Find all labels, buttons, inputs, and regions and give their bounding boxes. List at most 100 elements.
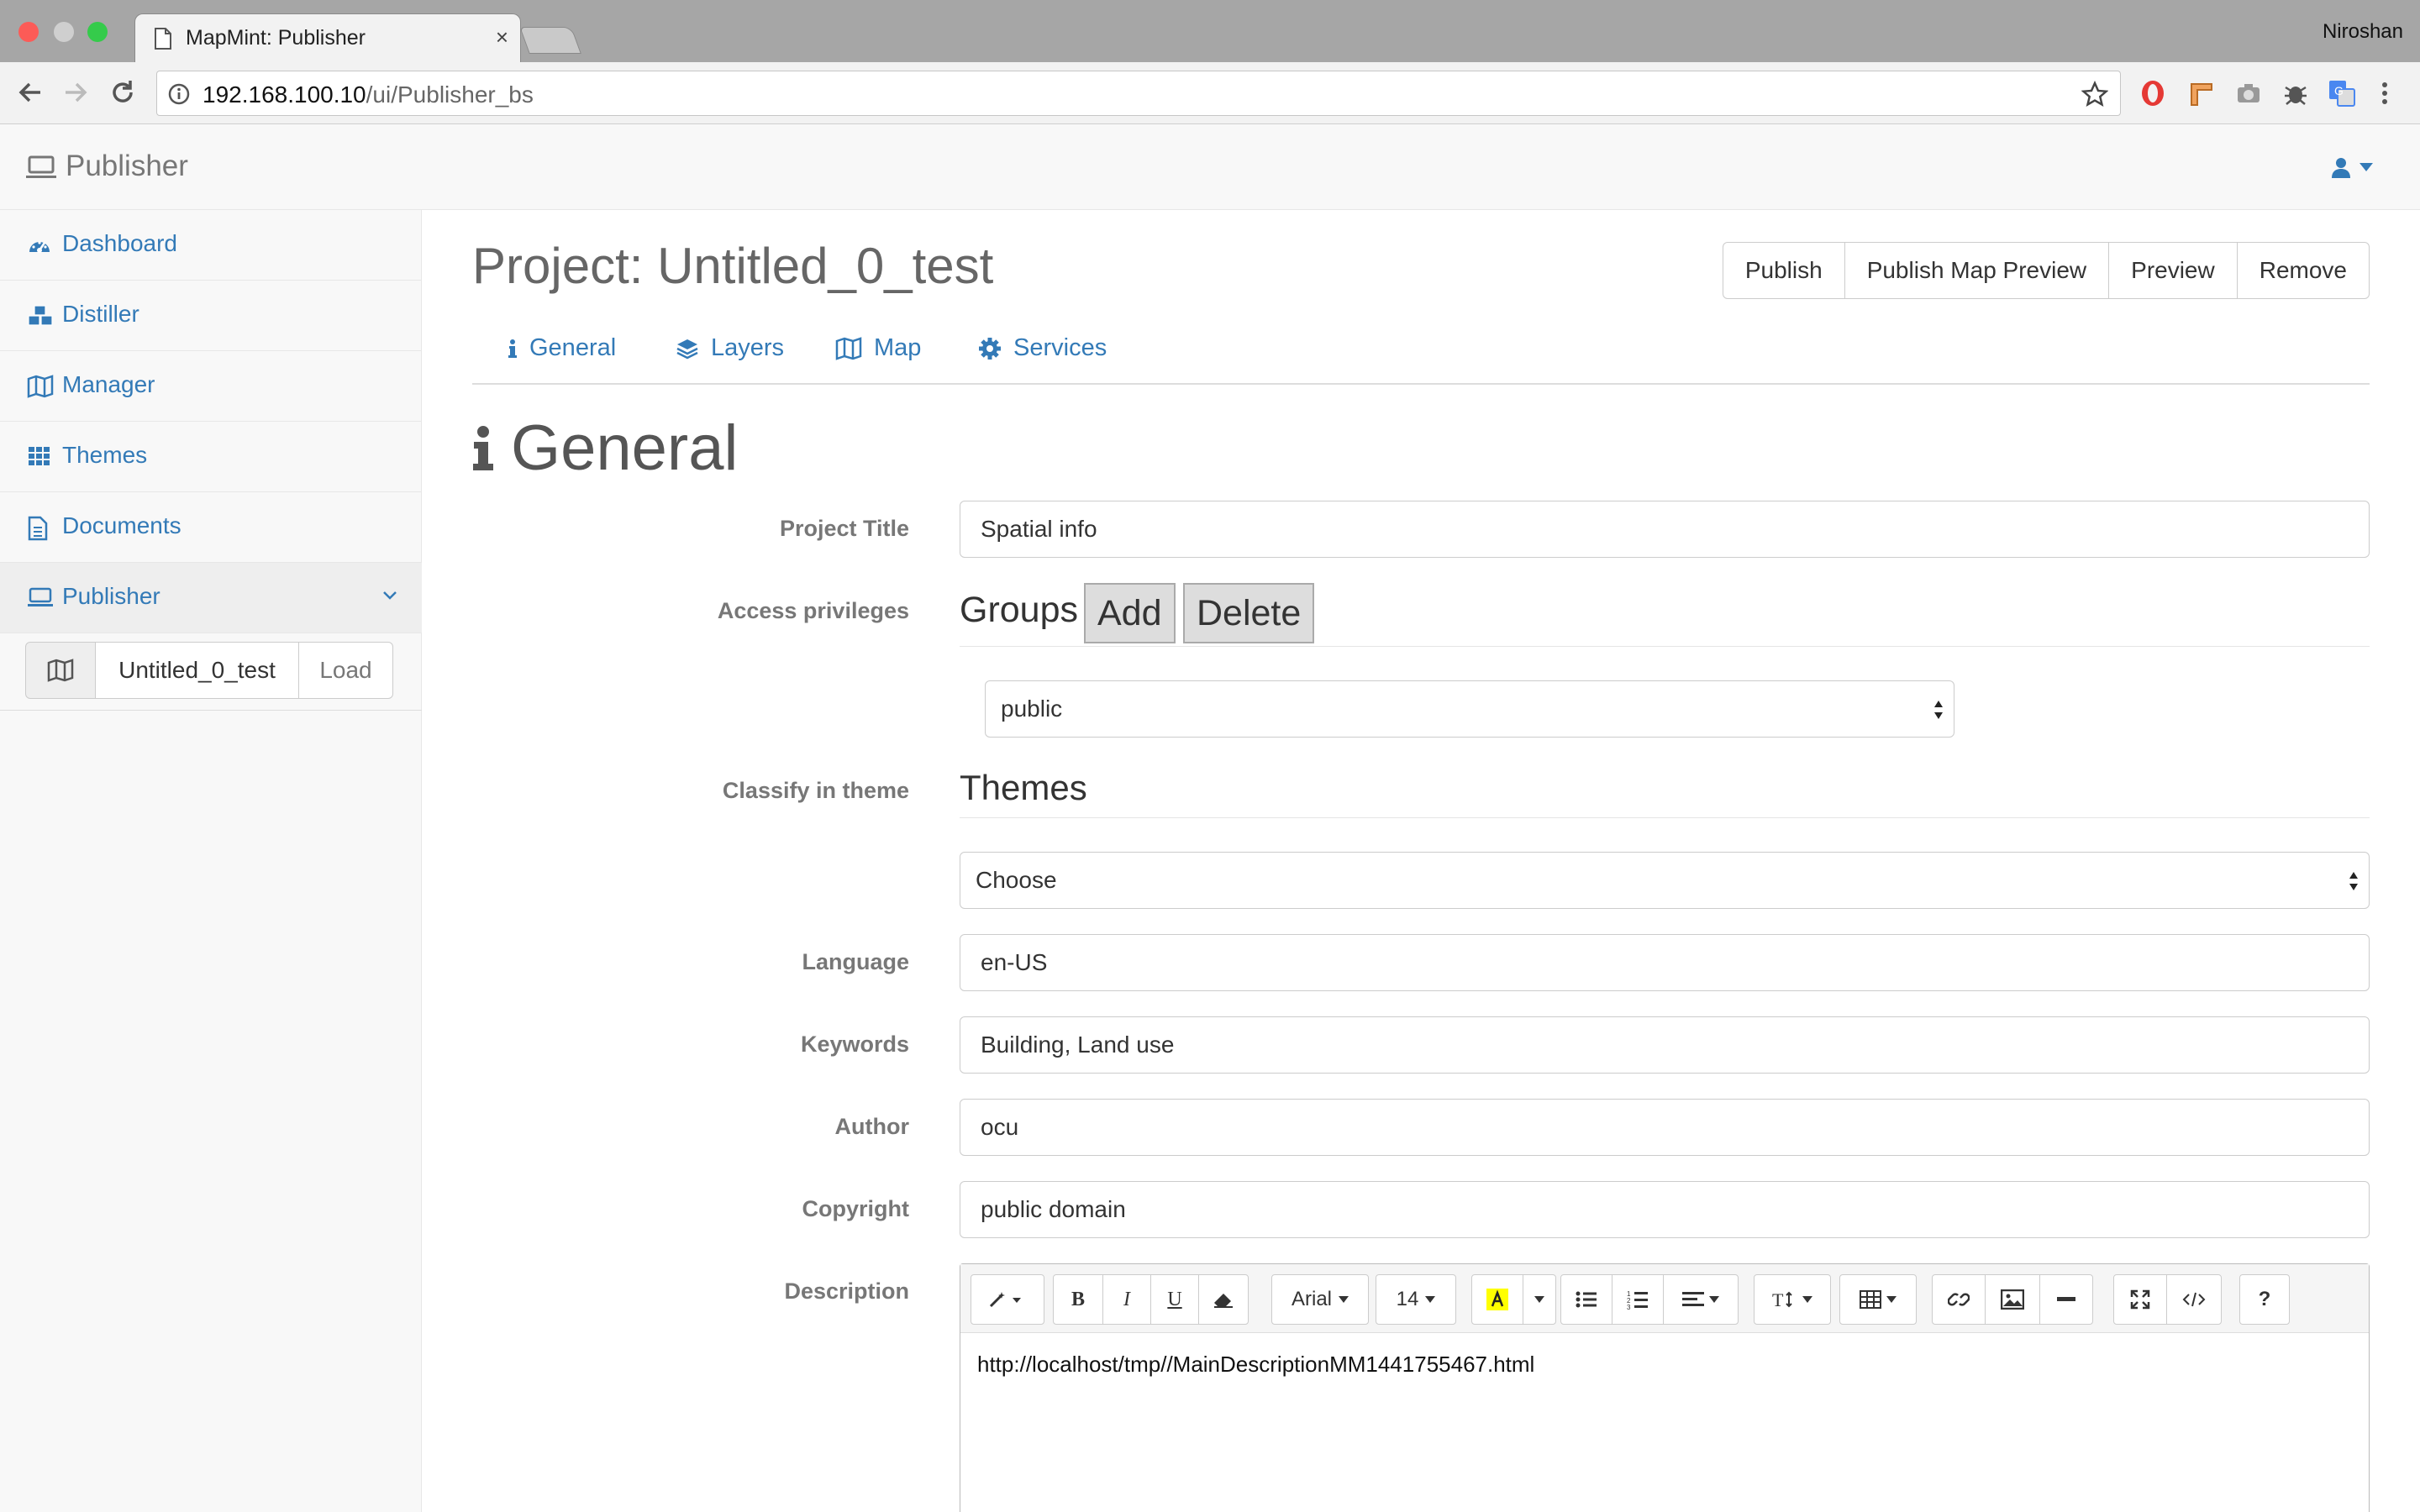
copyright-label: Copyright [802, 1196, 910, 1221]
laptop-icon [27, 586, 54, 608]
browser-toolbar: 192.168.100.10/ui/Publisher_bs G [0, 62, 2420, 124]
description-editor: B I U Arial 14 123 T ? http://localhost/… [960, 1263, 2370, 1512]
info-icon [508, 339, 518, 359]
sidebar-item-manager[interactable]: Manager [0, 351, 422, 422]
translate-icon[interactable]: G [2328, 79, 2356, 108]
tab-services[interactable]: Services [978, 334, 1107, 362]
tab-map[interactable]: Map [835, 334, 921, 362]
sidebar-item-label: Publisher [62, 583, 160, 609]
description-label: Description [784, 1278, 909, 1304]
minimize-window-button[interactable] [54, 22, 74, 42]
info-icon[interactable] [167, 82, 191, 106]
italic-button[interactable]: I [1102, 1274, 1151, 1325]
line-height-dropdown[interactable]: T [1754, 1274, 1831, 1325]
keywords-label: Keywords [800, 1032, 909, 1057]
section-title: General [511, 412, 739, 484]
author-input[interactable]: ocu [960, 1099, 2370, 1156]
keywords-input[interactable]: Building, Land use [960, 1016, 2370, 1074]
grid-icon [27, 445, 52, 467]
table-dropdown[interactable] [1839, 1274, 1917, 1325]
add-group-button[interactable]: Add [1084, 583, 1176, 643]
language-label: Language [802, 949, 909, 974]
user-menu[interactable] [2331, 156, 2373, 178]
link-icon[interactable] [1932, 1274, 1986, 1325]
editor-content[interactable]: http://localhost/tmp//MainDescriptionMM1… [977, 1352, 1534, 1378]
groups-row: Groups Add Delete [960, 580, 2370, 647]
forward-icon[interactable] [60, 77, 91, 108]
tab-label: Layers [711, 334, 785, 361]
help-button[interactable]: ? [2239, 1274, 2290, 1325]
font-family-dropdown[interactable]: Arial [1271, 1274, 1369, 1325]
browser-tab[interactable]: MapMint: Publisher × [134, 13, 521, 62]
horizontal-rule-icon[interactable] [2039, 1274, 2093, 1325]
fullscreen-icon[interactable] [2113, 1274, 2167, 1325]
groups-heading: Groups [960, 590, 1079, 630]
dashboard-icon [27, 234, 52, 257]
numbered-list-icon[interactable]: 123 [1612, 1274, 1664, 1325]
tab-label: General [529, 334, 617, 361]
zoom-window-button[interactable] [87, 22, 108, 42]
project-title-input[interactable]: Spatial info [960, 501, 2370, 558]
font-family-value: Arial [1291, 1288, 1332, 1310]
themes-heading: Themes [960, 768, 1087, 807]
user-icon [2331, 156, 2351, 178]
preview-button[interactable]: Preview [2108, 242, 2238, 299]
project-input-group: Untitled_0_test Load [25, 642, 393, 699]
tab-layers[interactable]: Layers [676, 334, 784, 362]
underline-button[interactable]: U [1150, 1274, 1199, 1325]
page-title: Project: Untitled_0_test [472, 238, 994, 294]
style-magic-button[interactable] [971, 1274, 1044, 1325]
brand-title[interactable]: Publisher [66, 150, 188, 183]
tab-general[interactable]: General [508, 334, 616, 362]
tab-close-icon[interactable]: × [496, 26, 508, 48]
profile-name[interactable]: Niroshan [2323, 20, 2403, 44]
eraser-icon[interactable] [1198, 1274, 1249, 1325]
caret-down-icon [2360, 163, 2373, 171]
font-size-value: 14 [1396, 1288, 1419, 1310]
new-tab-button[interactable] [519, 27, 581, 54]
paragraph-align-dropdown[interactable] [1663, 1274, 1739, 1325]
sidebar-item-dashboard[interactable]: Dashboard [0, 210, 422, 281]
bug-icon[interactable] [2282, 79, 2309, 108]
reload-icon[interactable] [108, 77, 138, 108]
remove-button[interactable]: Remove [2236, 242, 2370, 299]
copyright-input[interactable]: public domain [960, 1181, 2370, 1238]
publish-button[interactable]: Publish [1722, 242, 1845, 299]
select-arrows-icon [2349, 869, 2359, 893]
project-name-field[interactable]: Untitled_0_test [96, 642, 299, 699]
theme-select[interactable]: Choose [960, 852, 2370, 909]
sidebar-item-documents[interactable]: Documents [0, 492, 422, 563]
bullet-list-icon[interactable] [1560, 1274, 1612, 1325]
code-view-icon[interactable] [2166, 1274, 2222, 1325]
image-icon[interactable] [1985, 1274, 2040, 1325]
text-color-button[interactable] [1471, 1274, 1523, 1325]
more-menu-icon[interactable] [2380, 79, 2390, 108]
ruler-icon[interactable] [2188, 79, 2215, 108]
opera-icon[interactable] [2139, 79, 2166, 108]
close-window-button[interactable] [18, 22, 39, 42]
chevron-down-icon[interactable] [381, 590, 398, 601]
sidebar-item-publisher[interactable]: Publisher [0, 563, 422, 633]
browser-titlebar: MapMint: Publisher × Niroshan [0, 0, 2420, 62]
font-size-dropdown[interactable]: 14 [1376, 1274, 1456, 1325]
sidebar-item-distiller[interactable]: Distiller [0, 281, 422, 351]
load-button[interactable]: Load [299, 642, 393, 699]
bold-button[interactable]: B [1053, 1274, 1103, 1325]
sidebar-item-themes[interactable]: Themes [0, 422, 422, 492]
camera-icon[interactable] [2235, 79, 2262, 108]
back-icon[interactable] [15, 77, 45, 108]
language-input[interactable]: en-US [960, 934, 2370, 991]
text-color-dropdown[interactable] [1523, 1274, 1556, 1325]
editor-toolbar: B I U Arial 14 123 T ? [960, 1264, 2369, 1333]
svg-text:T: T [1772, 1289, 1784, 1310]
tab-label: Services [1013, 334, 1107, 361]
sidebar-project-row: Untitled_0_test Load [0, 632, 422, 711]
bookmark-star-icon[interactable] [2081, 81, 2108, 108]
cubes-icon [27, 304, 54, 328]
delete-group-button[interactable]: Delete [1183, 583, 1315, 643]
publish-map-preview-button[interactable]: Publish Map Preview [1844, 242, 2110, 299]
svg-text:3: 3 [1627, 1304, 1631, 1310]
group-select[interactable]: public [985, 680, 1954, 738]
address-bar[interactable]: 192.168.100.10/ui/Publisher_bs [156, 71, 2121, 116]
project-actions: Publish Publish Map Preview Preview Remo… [1722, 242, 2370, 299]
